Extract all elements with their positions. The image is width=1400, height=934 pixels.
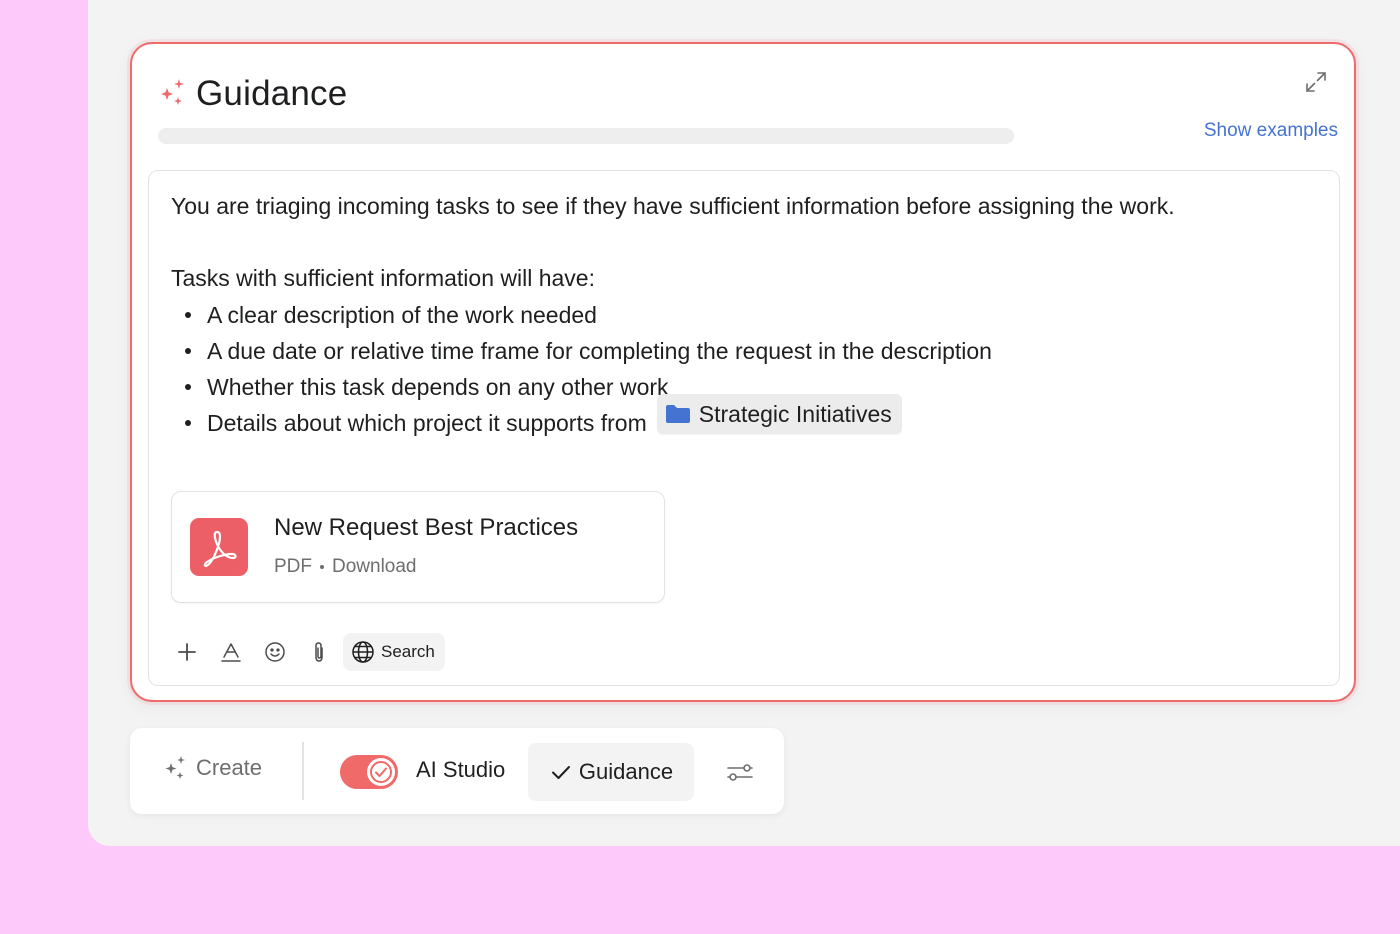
attachment-name: New Request Best Practices: [274, 514, 579, 541]
intro-text: You are triaging incoming tasks to see i…: [171, 193, 1175, 219]
add-button[interactable]: [165, 634, 209, 670]
attachment-card[interactable]: New Request Best Practices PDF Download: [171, 491, 665, 603]
check-icon: [551, 766, 570, 779]
emoji-icon: [265, 642, 285, 662]
separator-dot: [320, 565, 324, 569]
panel-title: Guidance: [196, 74, 348, 113]
search-label: Search: [381, 642, 435, 661]
bullet-icon: [185, 384, 191, 390]
list-item-text: A due date or relative time frame for co…: [207, 338, 992, 364]
project-chip-label: Strategic Initiatives: [698, 401, 892, 427]
show-examples-link[interactable]: Show examples: [1204, 120, 1338, 142]
globe-icon: [352, 641, 374, 663]
create-button[interactable]: Create: [162, 754, 262, 782]
guidance-panel: Guidance Show examples You are triaging …: [130, 42, 1356, 702]
pdf-icon: [190, 518, 248, 576]
criteria-heading: Tasks with sufficient information will h…: [171, 265, 595, 291]
emoji-button[interactable]: [253, 634, 297, 670]
text-format-icon: [221, 643, 241, 662]
ai-studio-label: AI Studio: [416, 757, 506, 782]
paperclip-icon: [315, 642, 323, 662]
text-format-button[interactable]: [209, 634, 253, 670]
web-search-button[interactable]: Search: [343, 633, 445, 671]
divider: [302, 742, 304, 800]
bottom-bar: Create AI Studio Guidance: [130, 728, 784, 814]
list-item-text: Details about which project it supports …: [207, 410, 647, 436]
guidance-label: Guidance: [578, 759, 674, 784]
checkmark-circle-icon: [370, 761, 392, 783]
toggle-knob: [367, 758, 395, 786]
plus-icon: [178, 643, 196, 661]
bullet-icon: [185, 348, 191, 354]
project-chip[interactable]: Strategic Initiatives: [656, 394, 902, 434]
list-item-text: Whether this task depends on any other w…: [207, 374, 669, 400]
editor-toolbar: Search: [165, 633, 445, 671]
loading-bar: [158, 128, 1014, 144]
attachment-meta: PDF Download: [274, 556, 417, 578]
attachment-type: PDF: [274, 556, 312, 577]
list-item: A due date or relative time frame for co…: [171, 333, 992, 369]
folder-icon: [665, 405, 690, 423]
create-label: Create: [196, 755, 263, 780]
bullet-icon: [185, 312, 191, 318]
download-link[interactable]: Download: [332, 556, 417, 578]
list-item: A clear description of the work needed: [171, 297, 992, 333]
attach-button[interactable]: [297, 634, 341, 670]
list-item: Details about which project it supports …: [171, 394, 992, 441]
criteria-list: A clear description of the work needed A…: [171, 297, 992, 441]
guidance-button[interactable]: Guidance: [528, 743, 694, 801]
panel-header: Guidance: [158, 74, 347, 114]
ai-studio-toggle[interactable]: [340, 755, 398, 789]
sparkle-icon: [161, 79, 184, 105]
guidance-editor[interactable]: You are triaging incoming tasks to see i…: [148, 170, 1340, 686]
sparkle-icon: [165, 756, 185, 779]
sliders-icon[interactable]: [724, 756, 756, 788]
list-item-text: A clear description of the work needed: [207, 302, 597, 328]
bullet-icon: [185, 420, 191, 426]
expand-icon[interactable]: [1304, 70, 1328, 94]
